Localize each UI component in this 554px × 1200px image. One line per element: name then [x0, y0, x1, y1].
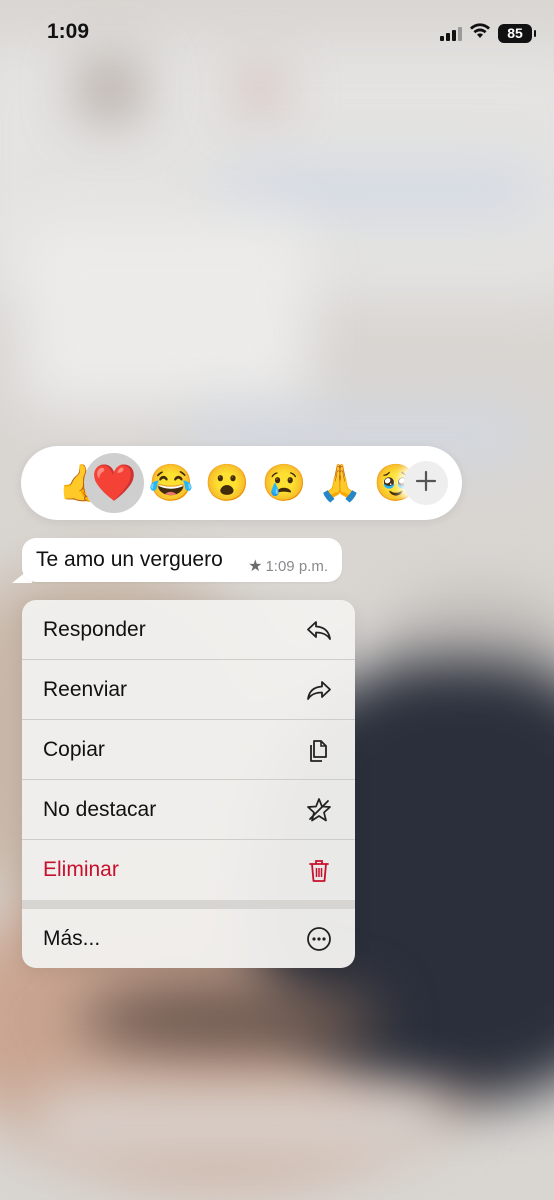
menu-item-delete[interactable]: Eliminar [22, 840, 355, 900]
unstar-icon [305, 796, 333, 824]
copy-icon [305, 736, 333, 764]
message-time: 1:09 p.m. [265, 557, 328, 575]
menu-item-copy[interactable]: Copiar [22, 720, 355, 780]
menu-item-forward[interactable]: Reenviar [22, 660, 355, 720]
reaction-crying[interactable]: 😢 [254, 453, 314, 513]
menu-item-label: Reenviar [43, 678, 128, 701]
reaction-picker: 👍 ❤️ 😂 😮 😢 🙏 🥹 [21, 446, 462, 520]
menu-item-unstar[interactable]: No destacar [22, 780, 355, 840]
more-icon [305, 925, 333, 953]
menu-item-label: Responder [43, 618, 146, 641]
status-bar: 1:09 85 [0, 0, 554, 66]
menu-item-label: Copiar [43, 738, 105, 761]
menu-section-separator [22, 900, 355, 909]
reply-icon [305, 616, 333, 644]
status-icons: 85 [440, 22, 536, 44]
menu-item-reply[interactable]: Responder [22, 600, 355, 660]
plus-icon [415, 470, 437, 497]
menu-item-label: Más... [43, 927, 101, 950]
message-bubble[interactable]: Te amo un verguero ★ 1:09 p.m. [22, 538, 342, 582]
reaction-praying-hands[interactable]: 🙏 [310, 453, 370, 513]
forward-icon [305, 676, 333, 704]
message-text: Te amo un verguero [36, 548, 223, 571]
wifi-icon [469, 22, 491, 44]
reaction-laughing[interactable]: 😂 [141, 453, 201, 513]
menu-item-more[interactable]: Más... [22, 909, 355, 968]
battery-icon: 85 [498, 23, 536, 43]
starred-icon: ★ [248, 558, 263, 575]
context-menu: Responder Reenviar Copiar No destacar El… [22, 600, 355, 968]
reaction-surprised[interactable]: 😮 [197, 453, 257, 513]
trash-icon [305, 856, 333, 884]
status-time: 1:09 [47, 20, 90, 43]
cellular-signal-icon [440, 25, 462, 41]
more-reactions-button[interactable] [404, 461, 448, 505]
reaction-heart[interactable]: ❤️ [84, 453, 144, 513]
menu-item-label: No destacar [43, 798, 157, 821]
menu-item-label: Eliminar [43, 858, 119, 881]
message-meta: ★ 1:09 p.m. [248, 556, 328, 576]
